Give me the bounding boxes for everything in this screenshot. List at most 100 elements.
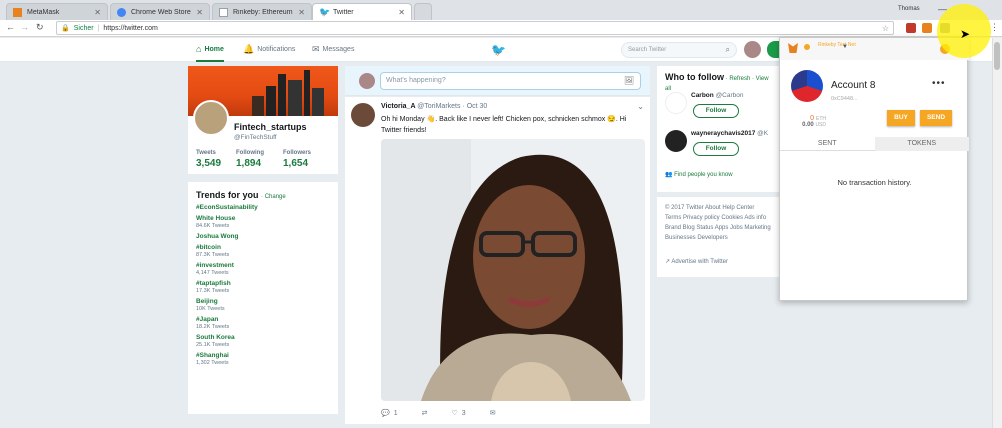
send-button[interactable]: SEND — [920, 110, 952, 126]
account-address[interactable]: 0xC9448... — [831, 96, 858, 102]
suggestion-name[interactable]: wayneraychavis2017 @K — [691, 130, 768, 137]
trend-item[interactable]: Joshua Wong — [196, 233, 330, 240]
browser-tab-webstore[interactable]: Chrome Web Store - Exte ✕ — [110, 3, 210, 20]
scrollbar-thumb[interactable] — [994, 42, 1000, 70]
search-input[interactable]: Search Twitter ⌕ — [621, 42, 737, 58]
retweet-button[interactable]: ⇄ — [422, 409, 428, 417]
compose-placeholder: What's happening? — [386, 77, 446, 84]
stat-tweets[interactable]: Tweets 3,549 — [196, 150, 221, 169]
extension-icon[interactable] — [922, 23, 932, 33]
profile-handle[interactable]: @FinTechStuff — [234, 134, 277, 141]
tab-tokens[interactable]: TOKENS — [874, 137, 969, 151]
close-tab-icon[interactable]: ✕ — [94, 8, 101, 17]
trend-item[interactable]: #Shanghai 1,302 Tweets — [196, 352, 330, 366]
dm-button[interactable]: ✉ — [490, 409, 496, 417]
browser-tab-rinkeby[interactable]: Rinkeby: Ethereum Testn ✕ — [212, 3, 312, 20]
tweet[interactable]: Victoria_A @ToriMarkets · Oct 30 ⌄ Oh hi… — [345, 97, 650, 424]
follow-button[interactable]: Follow — [693, 142, 739, 156]
trend-item[interactable]: White House 84.6K Tweets — [196, 215, 330, 229]
close-tab-icon[interactable]: ✕ — [398, 8, 405, 17]
browser-toolbar: ← → ↻ 🔒 Sicher | https://twitter.com ☆ ⋮ — [0, 20, 1002, 37]
forward-icon[interactable]: → — [20, 22, 29, 32]
profile-card: Fintech_startups @FinTechStuff Tweets 3,… — [188, 66, 338, 174]
browser-profile-label[interactable]: Thomas — [898, 6, 920, 12]
avatar — [359, 73, 375, 89]
like-button[interactable]: ♡ 3 — [451, 409, 466, 418]
more-options-icon[interactable]: ••• — [932, 78, 946, 89]
tweet-photo[interactable] — [381, 139, 645, 401]
reply-icon: 💬 — [381, 410, 390, 417]
webstore-favicon-icon — [117, 7, 126, 17]
new-tab-button[interactable] — [414, 3, 432, 20]
trend-item[interactable]: #EconSustainability — [196, 204, 330, 211]
chevron-down-icon[interactable]: ⌄ — [637, 102, 644, 111]
trend-count: 4,147 Tweets — [196, 270, 229, 276]
chevron-down-icon[interactable]: ▼ — [842, 44, 848, 50]
heart-icon: ♡ — [451, 410, 458, 417]
extension-shield-icon[interactable] — [906, 23, 916, 33]
network-name[interactable]: Rinkeby Test Net — [818, 42, 856, 48]
trend-item[interactable]: Beijing 10K Tweets — [196, 298, 330, 312]
trend-name: White House — [196, 215, 236, 222]
suggestion-name[interactable]: Carbon @Carbon — [691, 92, 743, 99]
tab-label: Rinkeby: Ethereum Testn — [233, 8, 294, 16]
trend-item[interactable]: South Korea 25.1K Tweets — [196, 334, 330, 348]
stat-label: Followers — [283, 150, 312, 156]
trend-item[interactable]: #Japan 18.2K Tweets — [196, 316, 330, 330]
back-icon[interactable]: ← — [6, 22, 15, 32]
browser-tab-twitter[interactable]: 🐦 Twitter ✕ — [312, 3, 412, 20]
envelope-icon: ✉ — [312, 44, 320, 54]
page-scrollbar[interactable] — [992, 38, 1002, 428]
address-bar[interactable]: 🔒 Sicher | https://twitter.com ☆ — [56, 21, 894, 35]
trends-change-link[interactable]: · Change — [261, 194, 286, 200]
nav-notifications[interactable]: 🔔 Notifications — [243, 44, 295, 55]
tab-sent[interactable]: SENT — [780, 137, 875, 151]
nav-home-label: Home — [204, 45, 224, 53]
footer-links[interactable]: © 2017 Twitter About Help Center Terms P… — [665, 203, 771, 243]
find-people-link[interactable]: 👥 Find people you know — [665, 171, 733, 178]
secure-lock-icon: 🔒 — [61, 25, 70, 32]
browser-tab-metamask[interactable]: MetaMask ✕ — [6, 3, 108, 20]
stat-followers[interactable]: Followers 1,654 — [283, 150, 311, 169]
suggestion-display-name: wayneraychavis2017 — [691, 130, 756, 137]
trend-item[interactable]: #bitcoin 87.3K Tweets — [196, 244, 330, 258]
metamask-popup: Rinkeby Test Net ▼ Account 8 0xC9448... … — [779, 37, 969, 301]
close-tab-icon[interactable]: ✕ — [196, 8, 203, 17]
network-status-icon — [804, 44, 810, 50]
compose-input[interactable]: What's happening? 🖼 — [380, 72, 641, 90]
balance-usd-unit: USD — [815, 122, 826, 128]
metamask-favicon-icon — [13, 7, 22, 17]
nav-home[interactable]: ⌂ Home — [196, 44, 224, 62]
close-tab-icon[interactable]: ✕ — [298, 8, 305, 17]
twitter-bird-icon[interactable]: 🐦 — [491, 43, 506, 57]
follow-button[interactable]: Follow — [693, 104, 739, 118]
trend-item[interactable]: #investment 4,147 Tweets — [196, 262, 330, 276]
trend-count: 84.6K Tweets — [196, 223, 230, 229]
bookmark-star-icon[interactable]: ☆ — [882, 24, 889, 33]
trend-item[interactable]: #taptapfish 17.3K Tweets — [196, 280, 330, 294]
url-text[interactable]: https://twitter.com — [103, 25, 157, 32]
suggestion-handle: @Carbon — [715, 92, 744, 99]
chrome-menu-icon[interactable]: ⋮ — [990, 22, 999, 33]
image-upload-icon[interactable]: 🖼 — [624, 76, 634, 85]
avatar[interactable] — [744, 41, 761, 58]
advertise-link[interactable]: ↗ Advertise with Twitter — [665, 257, 728, 267]
tweet-avatar[interactable] — [351, 103, 375, 127]
find-people-label: Find people you know — [674, 172, 733, 178]
stat-value: 1,654 — [283, 158, 309, 169]
empty-history-message: No transaction history. — [837, 178, 912, 187]
buy-button[interactable]: BUY — [887, 110, 915, 126]
nav-messages[interactable]: ✉ Messages — [312, 44, 354, 55]
reload-icon[interactable]: ↻ — [36, 22, 44, 33]
stat-following[interactable]: Following 1,894 — [236, 150, 264, 169]
envelope-icon: ✉ — [489, 410, 496, 417]
reply-button[interactable]: 💬 1 — [381, 409, 398, 418]
profile-avatar[interactable] — [193, 100, 229, 136]
page-favicon-icon — [219, 7, 228, 17]
tweet-author[interactable]: Victoria_A @ToriMarkets · Oct 30 — [381, 103, 487, 110]
profile-name[interactable]: Fintech_startups — [234, 122, 307, 132]
tab-label: Twitter — [333, 8, 354, 16]
search-icon[interactable]: ⌕ — [726, 45, 730, 55]
advertise-label: Advertise with Twitter — [671, 259, 728, 265]
trend-count: 25.1K Tweets — [196, 342, 230, 348]
